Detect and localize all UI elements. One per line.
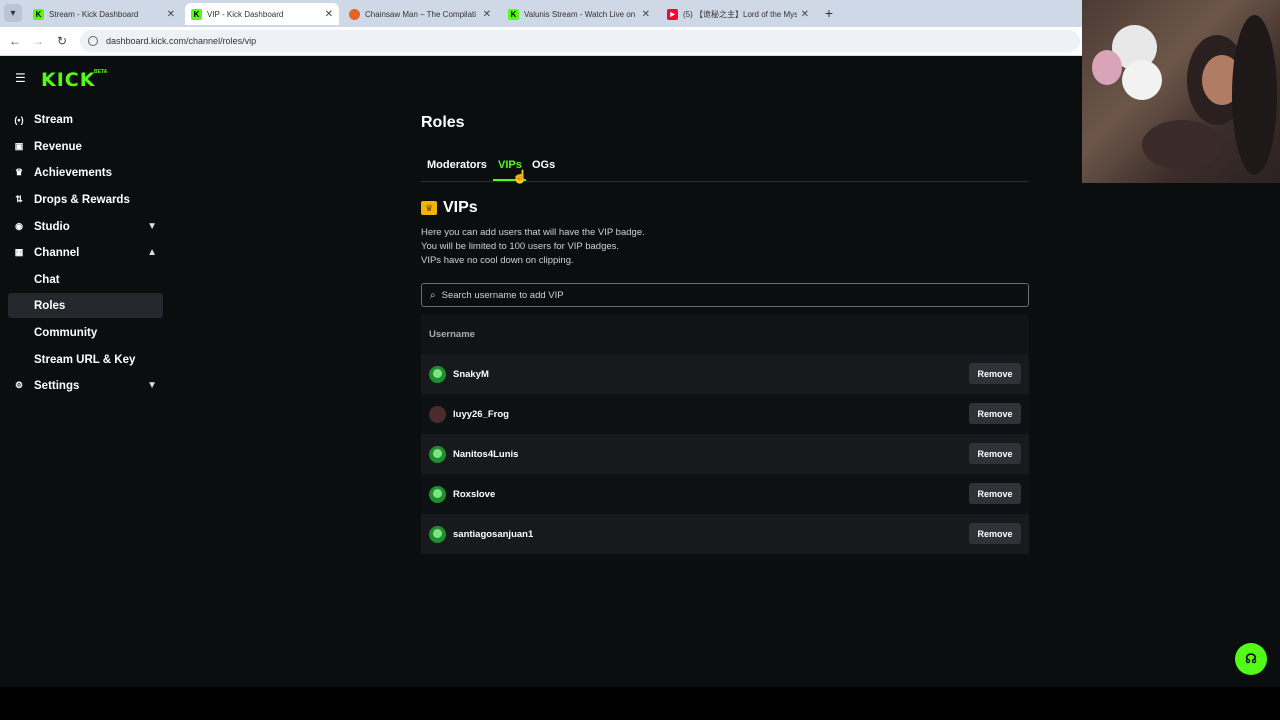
username[interactable]: SnakyM xyxy=(453,369,489,380)
search-icon: ⌕ xyxy=(430,289,436,301)
remove-button[interactable]: Remove xyxy=(969,523,1021,544)
sidebar-item-stream-url-key[interactable]: Stream URL & Key xyxy=(8,347,163,372)
avatar xyxy=(429,405,446,423)
url-text: dashboard.kick.com/channel/roles/vip xyxy=(106,36,257,46)
kick-icon: K xyxy=(33,8,44,20)
site-info-icon[interactable] xyxy=(88,36,98,46)
browser-tab-chainsaw[interactable]: Chainsaw Man – The Compilati ✕ xyxy=(343,3,497,25)
gear-icon: ⚙ xyxy=(14,380,24,390)
trophy-icon: ♛ xyxy=(14,167,24,177)
drops-icon: ⇅ xyxy=(15,194,23,204)
sidebar-item-settings[interactable]: ⚙ Settings ▼ xyxy=(8,373,163,398)
reload-icon[interactable]: ↻ xyxy=(55,34,69,48)
globe-icon xyxy=(349,8,360,20)
section-title: VIPs xyxy=(443,199,478,216)
chevron-down-icon: ▼ xyxy=(147,221,157,232)
table-row: luyy26_Frog Remove xyxy=(421,394,1029,434)
remove-button[interactable]: Remove xyxy=(969,483,1021,504)
broadcast-icon: (•) xyxy=(14,114,24,125)
sidebar-item-channel[interactable]: ▦ Channel ▲ xyxy=(8,240,163,265)
description-line-3: VIPs have no cool down on clipping. xyxy=(421,255,574,266)
sidebar-item-drops-rewards[interactable]: ⇅ Drops & Rewards xyxy=(8,187,163,212)
address-bar: ← → ↻ dashboard.kick.com/channel/roles/v… xyxy=(0,27,1082,56)
sidebar-item-revenue[interactable]: ▣ Revenue xyxy=(8,134,163,159)
table-row: Nanitos4Lunis Remove xyxy=(421,434,1029,474)
remove-button[interactable]: Remove xyxy=(969,403,1021,424)
beta-badge: BETA xyxy=(94,69,108,75)
sidebar-item-achievements[interactable]: ♛ Achievements xyxy=(8,160,163,185)
sidebar-item-roles[interactable]: Roles xyxy=(8,293,163,318)
sidebar-item-community[interactable]: Community xyxy=(8,320,163,345)
hamburger-menu-icon[interactable]: ☰ xyxy=(15,72,27,84)
browser-tab-valunis[interactable]: K Valunis Stream - Watch Live on ✕ xyxy=(502,3,656,25)
browser-tab-youtube[interactable]: ▶ (5) 【诡秘之主】Lord of the Myst ✕ xyxy=(661,3,815,25)
username[interactable]: santiagosanjuan1 xyxy=(453,529,533,540)
support-chat-button[interactable]: ☊ xyxy=(1235,643,1267,675)
sidebar-item-chat[interactable]: Chat xyxy=(8,267,163,292)
close-icon[interactable]: ✕ xyxy=(167,9,175,20)
close-icon[interactable]: ✕ xyxy=(325,9,333,20)
table-row: SnakyM Remove xyxy=(421,354,1029,394)
sidebar: ☰ KICK BETA (•) Stream ▣ Revenue ♛ Achie… xyxy=(0,57,170,687)
headset-icon: ☊ xyxy=(1245,651,1257,666)
chart-icon: ▣ xyxy=(14,141,24,151)
avatar xyxy=(429,365,446,383)
forward-icon[interactable]: → xyxy=(31,34,45,48)
chevron-down-icon: ▼ xyxy=(147,380,157,391)
crown-icon: ♛ xyxy=(421,201,437,215)
sidebar-item-studio[interactable]: ◉ Studio ▼ xyxy=(8,214,163,239)
sidebar-item-stream[interactable]: (•) Stream xyxy=(8,107,163,132)
username[interactable]: luyy26_Frog xyxy=(453,409,509,420)
mouse-cursor-icon: ☝ xyxy=(512,169,529,184)
kick-logo[interactable]: KICK xyxy=(41,69,95,91)
remove-button[interactable]: Remove xyxy=(969,443,1021,464)
kick-icon: K xyxy=(508,8,519,20)
section-header: ♛ VIPs xyxy=(421,199,478,217)
chevron-up-icon: ▲ xyxy=(147,247,157,258)
webcam-overlay xyxy=(1082,0,1280,183)
youtube-icon: ▶ xyxy=(667,8,678,20)
description-line-1: Here you can add users that will have th… xyxy=(421,227,645,238)
channel-icon: ▦ xyxy=(14,247,24,257)
table-header: Username xyxy=(421,314,1029,354)
table-row: santiagosanjuan1 Remove xyxy=(421,514,1029,554)
username-column-header: Username xyxy=(429,328,475,340)
username[interactable]: Roxslove xyxy=(453,489,495,500)
close-icon[interactable]: ✕ xyxy=(801,9,809,20)
studio-icon: ◉ xyxy=(15,221,23,231)
new-tab-button[interactable]: + xyxy=(821,5,837,21)
search-input[interactable] xyxy=(441,289,1002,301)
close-icon[interactable]: ✕ xyxy=(483,9,491,20)
browser-tab-vip[interactable]: K VIP - Kick Dashboard ✕ xyxy=(185,3,339,25)
username[interactable]: Nanitos4Lunis xyxy=(453,449,518,460)
avatar xyxy=(429,445,446,463)
avatar xyxy=(429,485,446,503)
tab-search-button[interactable]: ▾ xyxy=(4,4,22,22)
url-field[interactable]: dashboard.kick.com/channel/roles/vip xyxy=(80,30,1080,52)
table-row: Roxslove Remove xyxy=(421,474,1029,514)
back-icon[interactable]: ← xyxy=(8,34,22,48)
search-box: ⌕ xyxy=(421,283,1029,307)
tab-moderators[interactable]: Moderators xyxy=(427,159,487,171)
kick-icon: K xyxy=(191,8,202,20)
close-icon[interactable]: ✕ xyxy=(642,9,650,20)
bottom-bar xyxy=(0,687,1280,720)
remove-button[interactable]: Remove xyxy=(969,363,1021,384)
page-title: Roles xyxy=(421,114,465,131)
tab-ogs[interactable]: OGs xyxy=(532,159,555,171)
browser-tab-stream[interactable]: K Stream - Kick Dashboard ✕ xyxy=(27,3,181,25)
avatar xyxy=(429,525,446,543)
description-line-2: You will be limited to 100 users for VIP… xyxy=(421,241,620,252)
vip-table: Username SnakyM Remove luyy26_Frog Remov… xyxy=(421,314,1029,554)
